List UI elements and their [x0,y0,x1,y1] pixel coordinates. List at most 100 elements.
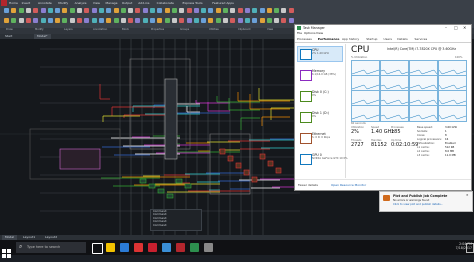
ribbon-tool-icon[interactable] [33,8,39,13]
ribbon-tool-icon[interactable] [252,18,258,23]
ribbon-tool-icon[interactable] [157,18,163,23]
ribbon-tab-7[interactable]: Output [122,1,132,5]
ribbon-tool-icon[interactable] [55,18,61,23]
ribbon-tool-icon[interactable] [259,18,265,23]
ribbon-tab-10[interactable]: Express Tools [183,1,203,5]
ribbon-tool-icon[interactable] [113,8,119,13]
ribbon-tool-icon[interactable] [120,8,126,13]
ribbon-tool-icon[interactable] [91,8,97,13]
ribbon-tool-icon[interactable] [106,8,112,13]
start-button[interactable] [2,243,11,258]
sidebar-item-1[interactable]: Memory 6.1/16.0 GB (38%) [297,67,343,83]
app-icon-extra[interactable] [204,243,213,252]
ribbon-tool-icon[interactable] [244,18,250,23]
edge-icon[interactable] [120,243,129,252]
sidebar-item-2[interactable]: Disk 0 (C:) 0% [297,88,343,104]
ribbon-tool-icon[interactable] [179,18,185,23]
ribbon-tool-icon[interactable] [266,18,272,23]
ribbon-tool-icon[interactable] [18,8,24,13]
notification-close-icon[interactable]: ✕ [466,193,469,197]
ribbon-tool-icon[interactable] [201,8,207,13]
ribbon-tab-8[interactable]: Add-ins [138,1,149,5]
ribbon-tool-icon[interactable] [281,18,287,23]
ribbon-tool-icon[interactable] [259,8,265,13]
task-view-icon[interactable] [92,243,103,254]
sidebar-item-5[interactable]: GPU 0 NVIDIA GeForce GTX 10 0% [297,151,348,167]
sidebar-item-3[interactable]: Disk 1 (D:) 0% [297,109,343,125]
ribbon-tool-icon[interactable] [33,18,39,23]
ribbon-tool-icon[interactable] [215,18,221,23]
ribbon-tool-icon[interactable] [91,18,97,23]
ribbon-tool-icon[interactable] [25,8,31,13]
ribbon-tool-icon[interactable] [4,8,9,13]
ribbon-tool-icon[interactable] [171,18,177,23]
ribbon-tool-icon[interactable] [186,8,192,13]
ribbon-tool-icon[interactable] [223,8,228,13]
ribbon-tool-icon[interactable] [201,18,207,23]
ribbon-tab-5[interactable]: View [93,1,100,5]
ribbon-tab-9[interactable]: Collaborate [157,1,174,5]
ribbon-tool-icon[interactable] [244,8,250,13]
ribbon-tool-icon[interactable] [98,8,104,13]
sidebar-item-4[interactable]: Ethernet S: 0 R: 0 Kbps [297,130,343,146]
ribbon-tool-icon[interactable] [77,8,82,13]
ribbon-tool-icon[interactable] [62,8,68,13]
ribbon-tab-0[interactable]: Home [9,1,18,5]
ribbon-tab-11[interactable]: Featured Apps [212,1,234,5]
app-icon[interactable] [134,243,143,252]
ribbon-tool-icon[interactable] [281,8,287,13]
ribbon-tool-icon[interactable] [106,18,112,23]
ribbon-tool-icon[interactable] [84,8,90,13]
tm-tab-startup[interactable]: Startup [366,36,377,42]
tm-tab-users[interactable]: Users [384,36,392,42]
ribbon-tool-icon[interactable] [128,8,134,13]
ribbon-tool-icon[interactable] [274,8,280,13]
notification-link[interactable]: Click to view plot and publish details..… [393,203,443,206]
ribbon-tool-icon[interactable] [55,8,61,13]
ribbon-tool-icon[interactable] [230,8,236,13]
ribbon-tool-icon[interactable] [25,18,31,23]
open-resource-monitor-link[interactable]: Open Resource Monitor [331,183,366,187]
ribbon-tool-icon[interactable] [4,18,9,23]
taskbar-search-box[interactable]: ⌕ Type here to search [16,242,86,253]
ribbon-tool-icon[interactable] [208,18,214,23]
ribbon-tool-icon[interactable] [288,18,294,23]
ribbon-tool-icon[interactable] [11,18,17,23]
ribbon-tool-icon[interactable] [135,18,141,23]
tm-tab-services[interactable]: Services [415,36,428,42]
ribbon-tool-icon[interactable] [208,8,214,13]
ribbon-tab-3[interactable]: Modify [58,1,68,5]
ribbon-tool-icon[interactable] [164,8,170,13]
tm-tab-details[interactable]: Details [397,36,407,42]
autocad-icon[interactable] [148,243,157,252]
ribbon-tool-icon[interactable] [113,18,119,23]
ribbon-tool-icon[interactable] [193,8,199,13]
ribbon-tool-icon[interactable] [69,18,75,23]
ribbon-tool-icon[interactable] [157,8,163,13]
notification-center-icon[interactable] [466,243,474,253]
ribbon-tool-icon[interactable] [69,8,75,13]
ribbon-tool-icon[interactable] [252,8,258,13]
ribbon-tool-icon[interactable] [142,18,148,23]
ribbon-tool-icon[interactable] [77,18,82,23]
ribbon-tool-icon[interactable] [18,18,24,23]
ribbon-tool-icon[interactable] [135,8,141,13]
ribbon-tool-icon[interactable] [237,8,243,13]
ribbon-tool-icon[interactable] [84,18,90,23]
ribbon-tool-icon[interactable] [215,8,221,13]
ribbon-tool-icon[interactable] [193,18,199,23]
ribbon-tool-icon[interactable] [164,18,170,23]
ribbon-tool-icon[interactable] [150,8,155,13]
ribbon-tool-icon[interactable] [120,18,126,23]
ribbon-tool-icon[interactable] [98,18,104,23]
ribbon-tool-icon[interactable] [223,18,228,23]
ribbon-tool-icon[interactable] [171,8,177,13]
tm-tab-app-history[interactable]: App history [342,36,359,42]
ribbon-tool-icon[interactable] [142,8,148,13]
plot-publish-notification[interactable]: Plot and Publish Job Complete No errors … [379,191,473,212]
file-explorer-icon[interactable] [106,243,115,252]
ribbon-tool-icon[interactable] [62,18,68,23]
ribbon-tool-icon[interactable] [179,8,185,13]
sidebar-item-0[interactable]: CPU 2% 1.40 GHz [297,46,343,62]
ribbon-tool-icon[interactable] [11,8,17,13]
